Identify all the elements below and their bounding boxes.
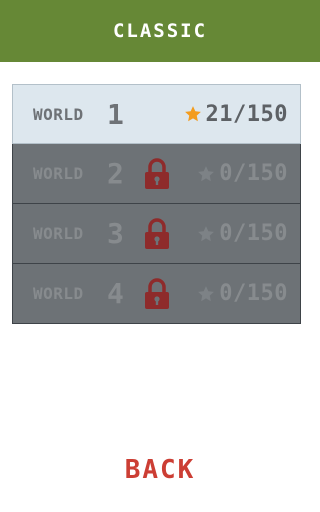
world-score: 0/150 [197, 221, 288, 246]
lock-icon [145, 278, 169, 309]
star-icon [198, 165, 215, 181]
lock-icon [145, 158, 169, 189]
world-row-3[interactable]: WORLD 3 0/150 [12, 204, 301, 264]
world-number: 4 [107, 277, 124, 310]
world-number: 1 [107, 97, 124, 131]
world-label: WORLD [33, 224, 84, 243]
score-text: 0/150 [219, 221, 288, 246]
score-text: 21/150 [205, 101, 288, 127]
lock-icon [145, 218, 169, 249]
back-label: BACK [124, 455, 196, 485]
world-score: 0/150 [197, 161, 288, 186]
world-list: WORLD 1 21/150 WORLD 2 0/150 WORLD 3 0/1… [12, 84, 301, 324]
page-title: CLASSIC [112, 20, 208, 42]
world-number: 3 [107, 217, 124, 250]
world-label: WORLD [33, 284, 84, 303]
world-number: 2 [107, 157, 124, 190]
world-row-1[interactable]: WORLD 1 21/150 [12, 84, 301, 144]
star-icon [198, 225, 215, 241]
world-label: WORLD [33, 104, 84, 124]
score-text: 0/150 [219, 161, 288, 186]
star-icon [184, 106, 201, 122]
world-label: WORLD [33, 164, 84, 183]
star-icon [198, 285, 215, 301]
world-score: 0/150 [197, 281, 288, 306]
score-text: 0/150 [219, 281, 288, 306]
header-bar: CLASSIC [0, 0, 320, 62]
world-score: 21/150 [184, 102, 288, 127]
back-button[interactable]: BACK [0, 450, 320, 490]
world-row-4[interactable]: WORLD 4 0/150 [12, 264, 301, 324]
world-row-2[interactable]: WORLD 2 0/150 [12, 144, 301, 204]
